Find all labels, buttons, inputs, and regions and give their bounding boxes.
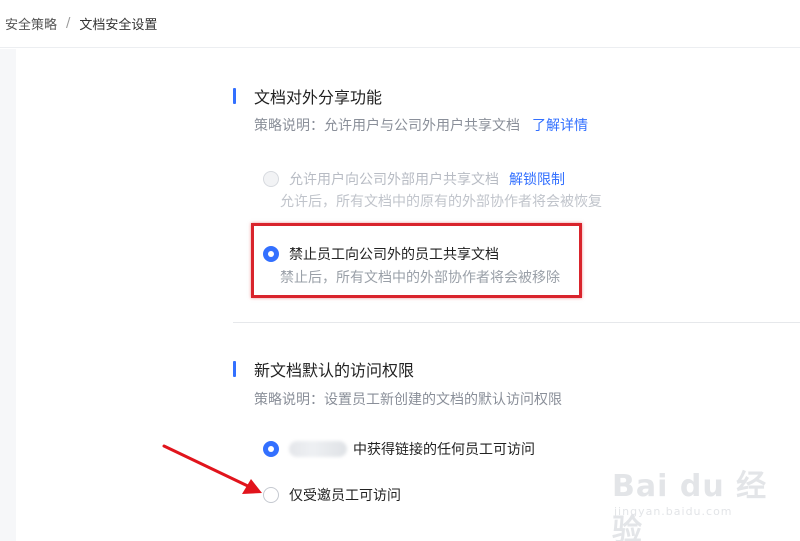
option-invited-only[interactable]: 仅受邀员工可访问	[263, 485, 401, 505]
section-title-external-sharing: 文档对外分享功能	[233, 86, 383, 107]
radio-allow-external-sharing[interactable]	[263, 171, 279, 187]
breadcrumb: 安全策略 / 文档安全设置	[0, 0, 800, 48]
section-description-external-sharing: 策略说明：允许用户与公司外用户共享文档 了解详情	[254, 115, 588, 135]
watermark: Bai du 经验 jingyan.baidu.com	[612, 455, 792, 541]
unlock-restriction-link[interactable]: 解锁限制	[509, 169, 565, 189]
left-sidebar-pane	[0, 49, 16, 541]
section-accent-bar	[233, 88, 236, 104]
annotation-highlight-box	[251, 223, 582, 298]
learn-more-link[interactable]: 了解详情	[532, 118, 588, 134]
breadcrumb-security-policy-link[interactable]: 安全策略	[5, 14, 57, 33]
section-title-text: 新文档默认的访问权限	[254, 361, 415, 380]
option-label: 仅受邀员工可访问	[289, 488, 401, 504]
radio-invited-only[interactable]	[263, 487, 279, 503]
radio-link-access[interactable]	[263, 441, 279, 457]
section-accent-bar	[233, 361, 236, 377]
watermark-url: jingyan.baidu.com	[614, 505, 733, 518]
breadcrumb-separator: /	[66, 16, 71, 31]
section-title-text: 文档对外分享功能	[254, 88, 383, 107]
description-text: 策略说明：允许用户与公司外用户共享文档	[254, 118, 520, 134]
option-link-access[interactable]: 中获得链接的任何员工可访问	[263, 439, 535, 459]
watermark-logo-text: Bai du 经验	[612, 469, 768, 541]
section-title-default-access: 新文档默认的访问权限	[233, 359, 415, 380]
section-divider	[233, 322, 800, 323]
option-label: 允许用户向公司外部用户共享文档	[289, 172, 499, 188]
breadcrumb-current-page: 文档安全设置	[79, 18, 158, 33]
section-description-default-access: 策略说明：设置员工新创建的文档的默认访问权限	[254, 392, 562, 408]
option-hint-allow-external: 允许后，所有文档中的原有的外部协作者将会被恢复	[280, 194, 602, 210]
option-allow-external-sharing[interactable]: 允许用户向公司外部用户共享文档 解锁限制	[263, 169, 565, 189]
blurred-company-name	[289, 441, 347, 457]
option-label: 中获得链接的任何员工可访问	[353, 442, 535, 458]
